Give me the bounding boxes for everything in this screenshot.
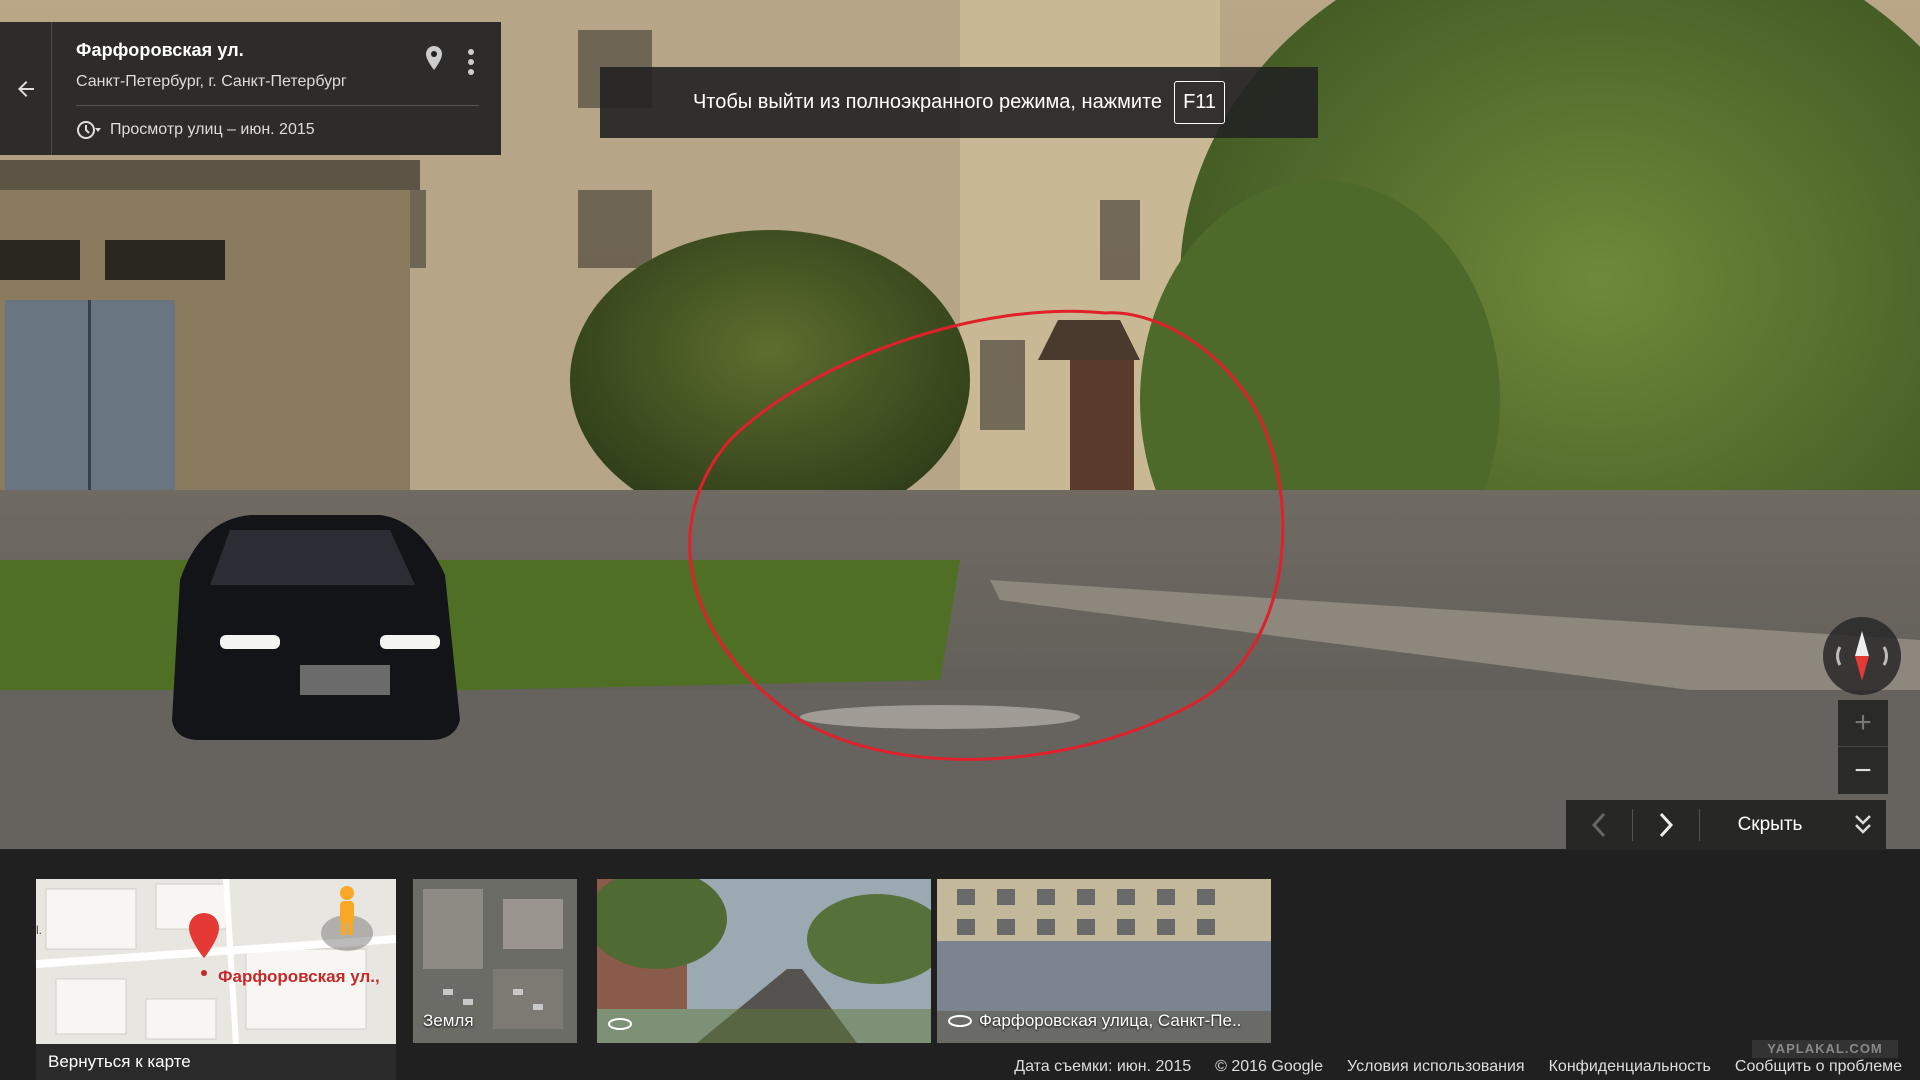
compass-button[interactable] (1823, 617, 1901, 695)
fullscreen-hint: Чтобы выйти из полноэкранного режима, на… (600, 67, 1318, 138)
map-marker-icon (189, 913, 219, 976)
history-clock-icon (77, 121, 101, 139)
location-pin-icon[interactable] (422, 44, 446, 78)
zoom-out-button[interactable]: − (1838, 747, 1888, 794)
photo-caption-text: Фарфоровская улица, Санкт-Пе.. (979, 1011, 1242, 1030)
street-photo-thumbnail-2[interactable]: Фарфоровская улица, Санкт-Пе.. (937, 879, 1271, 1043)
f11-key: F11 (1174, 81, 1226, 124)
double-chevron-down-icon (1855, 814, 1871, 834)
map-place-label: Фарфоровская ул., (218, 967, 380, 986)
chevron-right-icon (1659, 812, 1674, 837)
earth-thumbnail[interactable]: Земля (413, 879, 577, 1043)
rotate-caption (607, 1017, 633, 1031)
map-fragment-label: l. (36, 923, 42, 937)
chevron-left-icon (1591, 812, 1606, 837)
copyright: © 2016 Google (1215, 1058, 1323, 1075)
report-problem-link[interactable]: Сообщить о проблеме (1735, 1058, 1902, 1076)
terms-link[interactable]: Условия использования (1347, 1058, 1525, 1076)
privacy-link[interactable]: Конфиденциальность (1549, 1058, 1711, 1076)
filmstrip: Фарфоровская ул., l. Вернуться к карте З… (0, 849, 1920, 1080)
watermark: YAPLAKAL.COM (1752, 1040, 1898, 1058)
panorama-360-icon (608, 1018, 632, 1030)
zoom-controls: + − (1838, 700, 1888, 794)
back-button[interactable] (0, 22, 52, 155)
arrow-left-icon (17, 80, 34, 97)
history-toggle[interactable] (74, 118, 102, 142)
pegman-icon (321, 886, 373, 951)
capture-date-footer: Дата съемки: июн. 2015 (1014, 1058, 1192, 1075)
earth-caption: Земля (423, 1011, 474, 1031)
compass-icon (1836, 631, 1888, 681)
divider (76, 105, 479, 106)
capture-date: Просмотр улиц – июн. 2015 (110, 121, 315, 138)
fullscreen-hint-text: Чтобы выйти из полноэкранного режима, на… (692, 91, 1163, 113)
zoom-in-button[interactable]: + (1838, 700, 1888, 747)
hide-filmstrip-button[interactable]: Скрыть (1700, 814, 1840, 836)
street-photo-image (597, 879, 931, 1043)
street-photo-thumbnail[interactable] (597, 879, 931, 1043)
filmstrip-next-button[interactable] (1633, 800, 1699, 849)
back-to-map-button[interactable]: Вернуться к карте (36, 1044, 396, 1080)
collapse-button[interactable] (1840, 800, 1886, 849)
photo-caption: Фарфоровская улица, Санкт-Пе.. (947, 1011, 1241, 1031)
earth-label: Земля (423, 1011, 474, 1030)
filmstrip-prev-button[interactable] (1566, 800, 1632, 849)
panorama-360-icon (948, 1015, 972, 1027)
more-vert-icon[interactable] (461, 46, 481, 78)
location-info-card: Фарфоровская ул. Санкт-Петербург, г. Сан… (0, 22, 501, 155)
filmstrip-controls: Скрыть (1566, 800, 1886, 849)
